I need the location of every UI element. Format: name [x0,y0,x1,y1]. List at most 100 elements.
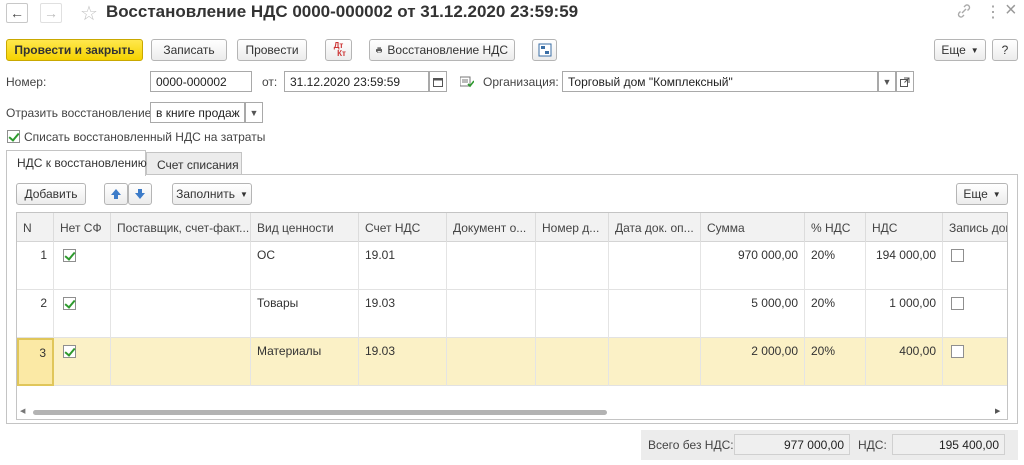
col-value-kind[interactable]: Вид ценности [251,213,359,242]
report-structure-button[interactable] [532,39,557,61]
writeoff-checkbox[interactable] [7,130,20,143]
back-button[interactable]: ← [6,3,28,23]
col-vat-account[interactable]: Счет НДС [359,213,447,242]
help-button[interactable]: ? [992,39,1018,61]
doc-date-cell[interactable] [609,338,701,386]
reflect-restore-select[interactable]: в книге продаж [150,102,245,123]
vat-cell[interactable]: 1 000,00 [866,290,943,338]
organization-label: Организация: [483,75,559,89]
dt-kt-button[interactable]: Дт Кт [325,39,352,61]
organization-dropdown-button[interactable]: ▼ [878,71,896,92]
col-extra-entry[interactable]: Запись доп [943,213,1007,242]
organization-field[interactable]: Торговый дом "Комплексный" [562,71,878,92]
col-doc-number[interactable]: Номер д... [536,213,609,242]
table-row-selected[interactable]: 3 Материалы 19.03 2 000,00 20% 400,00 [17,338,1007,386]
total-without-vat-label: Всего без НДС: [648,438,734,452]
vat-restore-table: N Нет СФ Поставщик, счет-факт... Вид цен… [16,212,1008,420]
vat-account-cell[interactable]: 19.01 [359,242,447,290]
vat-cell[interactable]: 400,00 [866,338,943,386]
no-invoice-checkbox[interactable] [63,345,76,358]
post-button[interactable]: Провести [237,39,307,61]
favorite-star-icon[interactable]: ☆ [80,1,98,26]
no-invoice-checkbox[interactable] [63,249,76,262]
doc-number-cell[interactable] [536,338,609,386]
vat-rate-cell[interactable]: 20% [805,242,866,290]
horizontal-scrollbar[interactable]: ◀ ▶ [17,403,1007,419]
no-invoice-checkbox[interactable] [63,297,76,310]
sum-cell[interactable]: 970 000,00 [701,242,805,290]
vat-rate-cell[interactable]: 20% [805,338,866,386]
col-sum[interactable]: Сумма [701,213,805,242]
extra-entry-checkbox[interactable] [951,345,964,358]
total-vat-label: НДС: [858,438,887,452]
dropdown-arrow-icon: ▼ [992,189,1001,199]
col-no-invoice[interactable]: Нет СФ [54,213,111,242]
organization-open-button[interactable] [896,71,914,92]
move-up-button[interactable] [104,183,128,205]
document-status-icon [459,76,475,91]
tab-writeoff-account[interactable]: Счет списания [146,152,242,176]
date-field[interactable]: 31.12.2020 23:59:59 [284,71,429,92]
arrow-left-icon: ← [10,5,24,21]
vat-cell[interactable]: 194 000,00 [866,242,943,290]
scroll-right-icon[interactable]: ▶ [995,407,1000,415]
table-header: N Нет СФ Поставщик, счет-факт... Вид цен… [17,213,1007,242]
open-link-icon [900,77,910,87]
reflect-restore-dropdown-button[interactable]: ▼ [245,102,263,123]
table-row[interactable]: 1 ОС 19.01 970 000,00 20% 194 000,00 [17,242,1007,290]
restore-vat-print-button[interactable]: Восстановление НДС [369,39,515,61]
supplier-cell[interactable] [111,338,251,386]
value-kind-cell[interactable]: ОС [251,242,359,290]
more-vertical-icon[interactable]: ⋮ [985,2,1001,22]
doc-date-cell[interactable] [609,290,701,338]
arrow-up-icon [111,189,121,199]
extra-entry-checkbox[interactable] [951,297,964,310]
row-number: 1 [17,242,54,290]
col-vat[interactable]: НДС [866,213,943,242]
move-down-button[interactable] [128,183,152,205]
document-cell[interactable] [447,242,536,290]
arrow-right-icon: → [44,5,58,21]
col-n[interactable]: N [17,213,54,242]
document-cell[interactable] [447,338,536,386]
col-vat-rate[interactable]: % НДС [805,213,866,242]
total-without-vat-value: 977 000,00 [734,434,850,455]
col-document[interactable]: Документ о... [447,213,536,242]
extra-entry-checkbox[interactable] [951,249,964,262]
dropdown-arrow-icon: ▼ [240,189,248,199]
number-field[interactable]: 0000-000002 [150,71,252,92]
add-row-button[interactable]: Добавить [16,183,86,205]
arrow-down-icon [135,189,145,199]
doc-date-cell[interactable] [609,242,701,290]
fill-button[interactable]: Заполнить ▼ [172,183,252,205]
calendar-button[interactable] [429,71,447,92]
supplier-cell[interactable] [111,290,251,338]
scroll-left-icon[interactable]: ◀ [20,407,25,415]
document-cell[interactable] [447,290,536,338]
sum-cell[interactable]: 5 000,00 [701,290,805,338]
vat-rate-cell[interactable]: 20% [805,290,866,338]
table-more-button[interactable]: Еще ▼ [956,183,1008,205]
vat-account-cell[interactable]: 19.03 [359,338,447,386]
doc-number-cell[interactable] [536,290,609,338]
col-supplier[interactable]: Поставщик, счет-факт... [111,213,251,242]
value-kind-cell[interactable]: Материалы [251,338,359,386]
forward-button[interactable]: → [40,3,62,23]
sum-cell[interactable]: 2 000,00 [701,338,805,386]
supplier-cell[interactable] [111,242,251,290]
number-label: Номер: [6,75,47,89]
link-icon[interactable] [956,3,972,22]
close-icon[interactable]: × [1005,0,1017,22]
post-and-close-button[interactable]: Провести и закрыть [6,39,143,61]
value-kind-cell[interactable]: Товары [251,290,359,338]
table-row[interactable]: 2 Товары 19.03 5 000,00 20% 1 000,00 [17,290,1007,338]
scrollbar-thumb[interactable] [33,410,607,415]
doc-number-cell[interactable] [536,242,609,290]
col-doc-date[interactable]: Дата док. оп... [609,213,701,242]
save-button[interactable]: Записать [151,39,227,61]
more-menu-button[interactable]: Еще ▼ [934,39,986,61]
writeoff-label: Списать восстановленный НДС на затраты [24,130,266,144]
tab-vat-restore[interactable]: НДС к восстановлению [6,150,147,176]
total-vat-value: 195 400,00 [892,434,1005,455]
vat-account-cell[interactable]: 19.03 [359,290,447,338]
